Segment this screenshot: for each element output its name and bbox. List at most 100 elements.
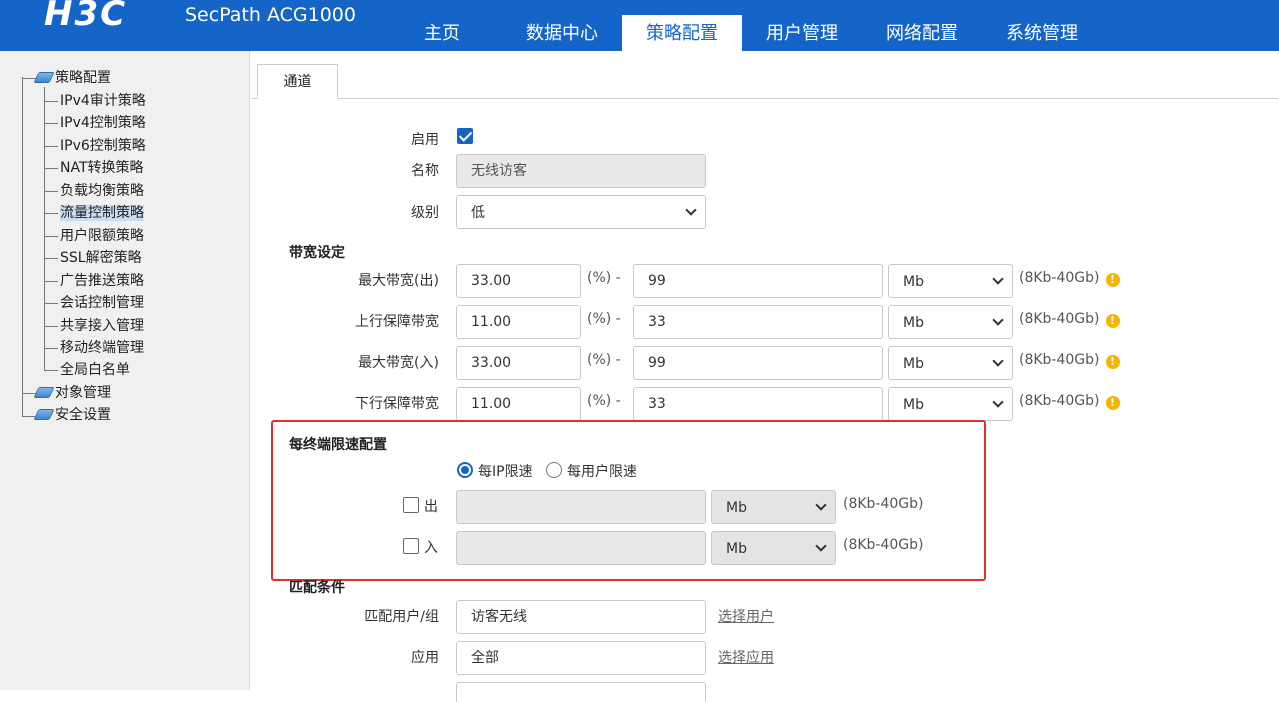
- down-guarantee-unit[interactable]: Mb: [888, 387, 1013, 421]
- chevron-down-icon: [992, 355, 1004, 367]
- sidebar-item-ipv4-audit[interactable]: IPv4审计策略: [60, 91, 146, 111]
- main-panel: 通道 启用 名称 无线访客 级别 低 带宽设定 最大带宽(出) 33.00 (%…: [251, 51, 1279, 702]
- main-nav: 主页 数据中心 策略配置 用户管理 网络配置 系统管理: [382, 15, 1102, 51]
- up-guarantee-percent[interactable]: 11.00: [456, 305, 581, 339]
- tree-line: [44, 303, 58, 304]
- in-unit-select[interactable]: Mb: [711, 531, 836, 565]
- out-limit-field[interactable]: [456, 490, 706, 524]
- warning-icon: !: [1105, 314, 1120, 328]
- tree-line: [44, 281, 58, 282]
- up-guarantee-unit[interactable]: Mb: [888, 305, 1013, 339]
- level-value: 低: [471, 205, 485, 221]
- sidebar-item-ad-push[interactable]: 广告推送策略: [60, 271, 144, 291]
- sidebar-tree: 策略配置 IPv4审计策略 IPv4控制策略 IPv6控制策略 NAT转换策略 …: [0, 51, 250, 690]
- range-hint: (8Kb-40Gb)!: [1019, 393, 1120, 410]
- select-app-link[interactable]: 选择应用: [718, 647, 774, 667]
- name-label: 名称: [411, 163, 439, 179]
- per-user-label: 每用户限速: [567, 464, 637, 480]
- sidebar-item-load-balance[interactable]: 负载均衡策略: [60, 181, 144, 201]
- sidebar-item-mobile-terminal[interactable]: 移动终端管理: [60, 338, 144, 358]
- out-checkbox[interactable]: [403, 497, 419, 513]
- match-section-title: 匹配条件: [289, 580, 345, 596]
- max-bw-out-unit[interactable]: Mb: [888, 264, 1013, 298]
- name-field[interactable]: 无线访客: [456, 154, 706, 188]
- in-range-hint: (8Kb-40Gb): [843, 537, 924, 553]
- enable-checkbox[interactable]: [457, 128, 473, 144]
- max-bw-in-unit[interactable]: Mb: [888, 346, 1013, 380]
- nav-system-management[interactable]: 系统管理: [982, 15, 1102, 51]
- tree-line: [44, 258, 58, 259]
- down-guarantee-value[interactable]: 33: [633, 387, 883, 421]
- unit-value: Mb: [903, 397, 924, 413]
- in-limit-field[interactable]: [456, 531, 706, 565]
- per-ip-label: 每IP限速: [478, 464, 533, 480]
- sidebar-item-traffic-control[interactable]: 流量控制策略: [60, 203, 144, 223]
- in-label: 入: [424, 540, 438, 556]
- warning-icon: !: [1105, 273, 1120, 287]
- tree-line: [22, 393, 36, 394]
- out-unit-select[interactable]: Mb: [711, 490, 836, 524]
- folder-icon: [33, 72, 55, 83]
- unit-value: Mb: [903, 315, 924, 331]
- nav-home[interactable]: 主页: [382, 15, 502, 51]
- sidebar-item-security-settings[interactable]: 安全设置: [33, 405, 111, 425]
- sidebar-item-ipv6-control[interactable]: IPv6控制策略: [60, 136, 146, 156]
- level-label: 级别: [411, 205, 439, 221]
- level-select[interactable]: 低: [456, 195, 706, 229]
- tree-line: [22, 77, 23, 417]
- max-bw-in-value[interactable]: 99: [633, 346, 883, 380]
- up-guarantee-label: 上行保障带宽: [355, 314, 439, 330]
- nav-data-center[interactable]: 数据中心: [502, 15, 622, 51]
- chevron-down-icon: [815, 540, 827, 552]
- max-bw-out-percent[interactable]: 33.00: [456, 264, 581, 298]
- app-field[interactable]: 全部: [456, 641, 706, 675]
- sidebar-item-ipv4-control[interactable]: IPv4控制策略: [60, 113, 146, 133]
- tab-channel[interactable]: 通道: [257, 64, 338, 99]
- max-bw-out-label: 最大带宽(出): [358, 273, 439, 289]
- tree-line: [44, 87, 45, 370]
- tree-line: [44, 123, 58, 124]
- select-user-link[interactable]: 选择用户: [718, 606, 774, 626]
- match-user-field[interactable]: 访客无线: [456, 600, 706, 634]
- sidebar-item-ssl-decrypt[interactable]: SSL解密策略: [60, 248, 142, 268]
- nav-policy-config[interactable]: 策略配置: [622, 15, 742, 51]
- sidebar-item-object-management[interactable]: 对象管理: [33, 383, 111, 403]
- sidebar-item-shared-access[interactable]: 共享接入管理: [60, 316, 144, 336]
- down-guarantee-percent[interactable]: 11.00: [456, 387, 581, 421]
- sidebar-item-global-whitelist[interactable]: 全局白名单: [60, 360, 130, 380]
- max-bw-out-value[interactable]: 99: [633, 264, 883, 298]
- enable-label: 启用: [411, 132, 439, 148]
- nav-user-management[interactable]: 用户管理: [742, 15, 862, 51]
- tree-line: [44, 191, 58, 192]
- per-user-radio[interactable]: [546, 462, 562, 478]
- in-checkbox[interactable]: [403, 538, 419, 554]
- max-bw-in-percent[interactable]: 33.00: [456, 346, 581, 380]
- percent-separator: (%) -: [587, 311, 621, 327]
- product-name: SecPath ACG1000: [185, 4, 356, 26]
- chevron-down-icon: [815, 499, 827, 511]
- range-hint: (8Kb-40Gb)!: [1019, 311, 1120, 328]
- out-range-hint: (8Kb-40Gb): [843, 496, 924, 512]
- per-ip-radio[interactable]: [457, 462, 473, 478]
- nav-network-config[interactable]: 网络配置: [862, 15, 982, 51]
- range-hint: (8Kb-40Gb)!: [1019, 352, 1120, 369]
- down-guarantee-label: 下行保障带宽: [355, 396, 439, 412]
- tree-line: [22, 78, 36, 79]
- tree-line: [44, 326, 58, 327]
- sidebar-item-nat[interactable]: NAT转换策略: [60, 158, 144, 178]
- partial-field[interactable]: [456, 682, 706, 702]
- sidebar-item-policy-config[interactable]: 策略配置: [33, 68, 111, 88]
- warning-icon: !: [1105, 355, 1120, 369]
- up-guarantee-value[interactable]: 33: [633, 305, 883, 339]
- tree-line: [44, 348, 58, 349]
- chevron-down-icon: [992, 396, 1004, 408]
- max-bw-in-label: 最大带宽(入): [358, 355, 439, 371]
- range-hint: (8Kb-40Gb)!: [1019, 270, 1120, 287]
- sidebar-item-session-control[interactable]: 会话控制管理: [60, 293, 144, 313]
- tab-divider: [251, 98, 1279, 99]
- app-label: 应用: [411, 650, 439, 666]
- top-bar: H3C SecPath ACG1000 主页 数据中心 策略配置 用户管理 网络…: [0, 0, 1279, 51]
- tree-line: [44, 213, 58, 214]
- sidebar-item-user-quota[interactable]: 用户限额策略: [60, 226, 144, 246]
- chevron-down-icon: [685, 204, 697, 216]
